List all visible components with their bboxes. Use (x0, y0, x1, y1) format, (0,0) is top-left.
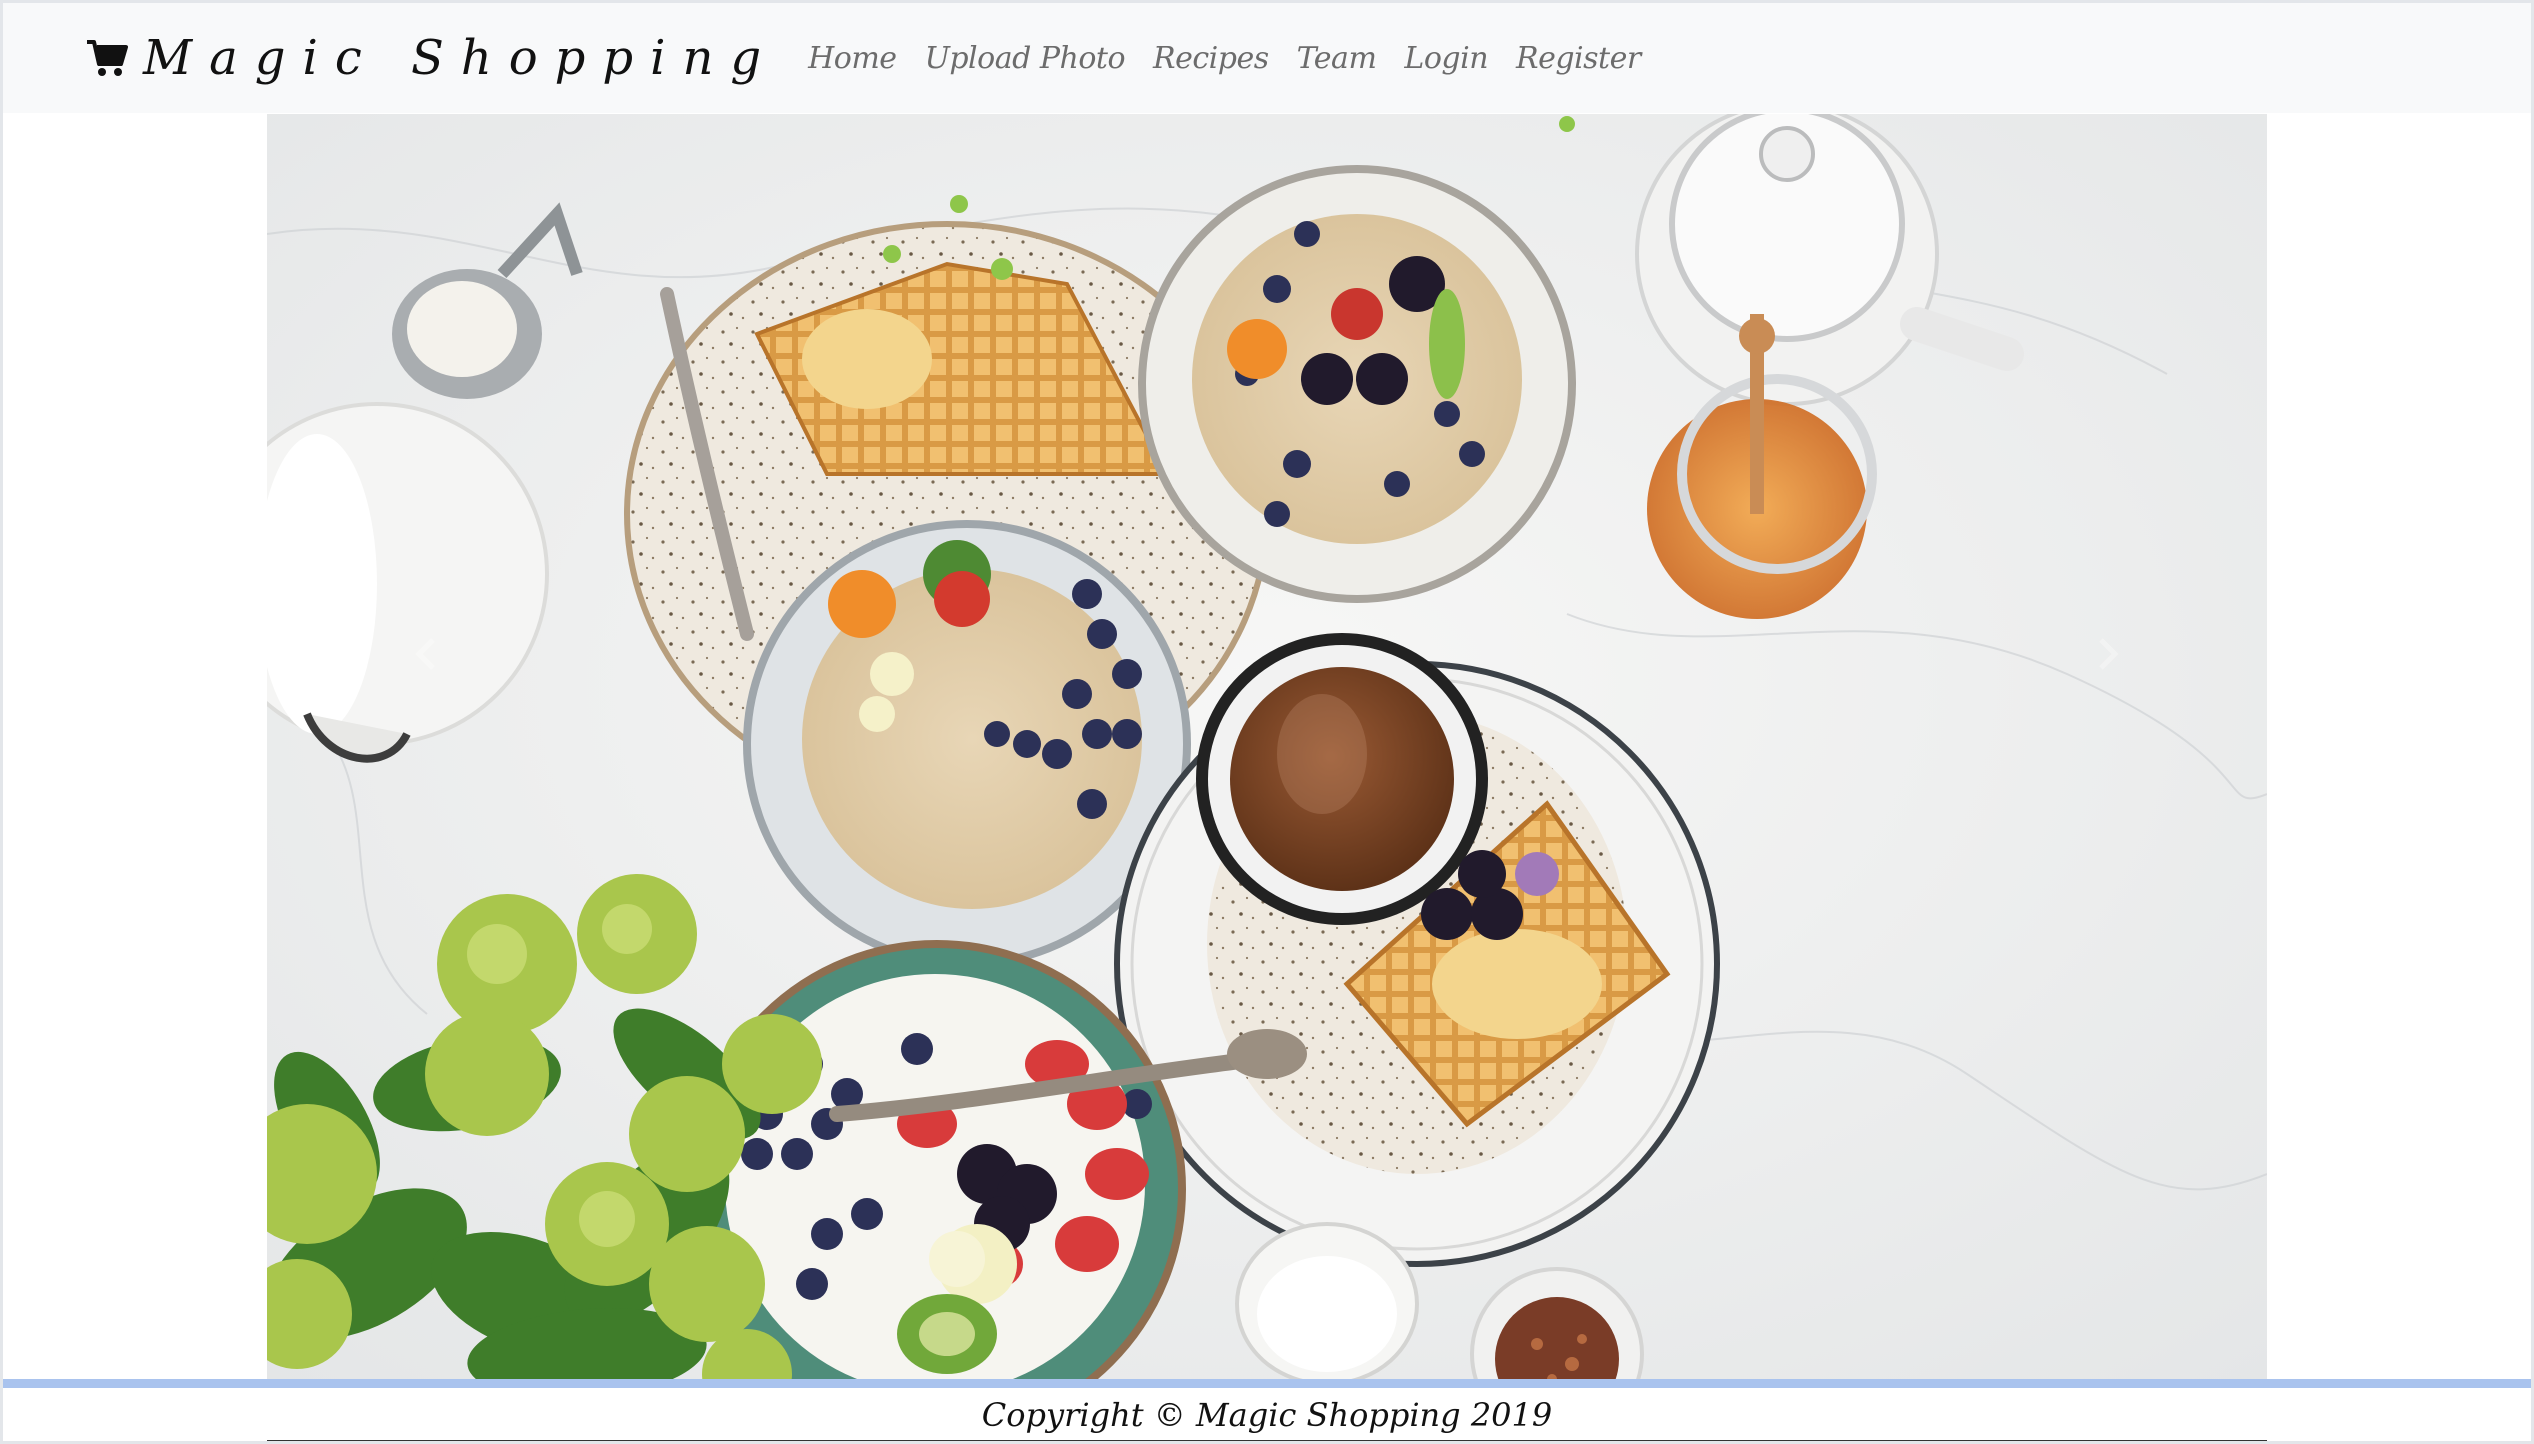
chevron-right-icon[interactable] (2087, 634, 2127, 674)
breakfast-table-photo (267, 114, 2267, 1379)
footer-divider (3, 1379, 2531, 1388)
shopping-cart-icon (87, 40, 128, 76)
main-nav: Home Upload Photo Recipes Team Login Reg… (808, 41, 1669, 76)
nav-register[interactable]: Register (1516, 41, 1641, 76)
chevron-left-icon[interactable] (407, 634, 447, 674)
navbar: Magic Shopping Home Upload Photo Recipes… (3, 3, 2531, 113)
copyright-text: Copyright © Magic Shopping 2019 (981, 1395, 1553, 1434)
brand-name: Magic Shopping (143, 30, 779, 86)
nav-home[interactable]: Home (808, 41, 897, 76)
nav-login[interactable]: Login (1404, 41, 1488, 76)
footer: Copyright © Magic Shopping 2019 (3, 1388, 2531, 1441)
next-section-edge (267, 1440, 2267, 1444)
nav-recipes[interactable]: Recipes (1153, 41, 1269, 76)
nav-team[interactable]: Team (1297, 41, 1377, 76)
hero-carousel[interactable] (267, 114, 2267, 1379)
nav-upload-photo[interactable]: Upload Photo (925, 41, 1126, 76)
brand-link[interactable]: Magic Shopping (85, 30, 778, 86)
